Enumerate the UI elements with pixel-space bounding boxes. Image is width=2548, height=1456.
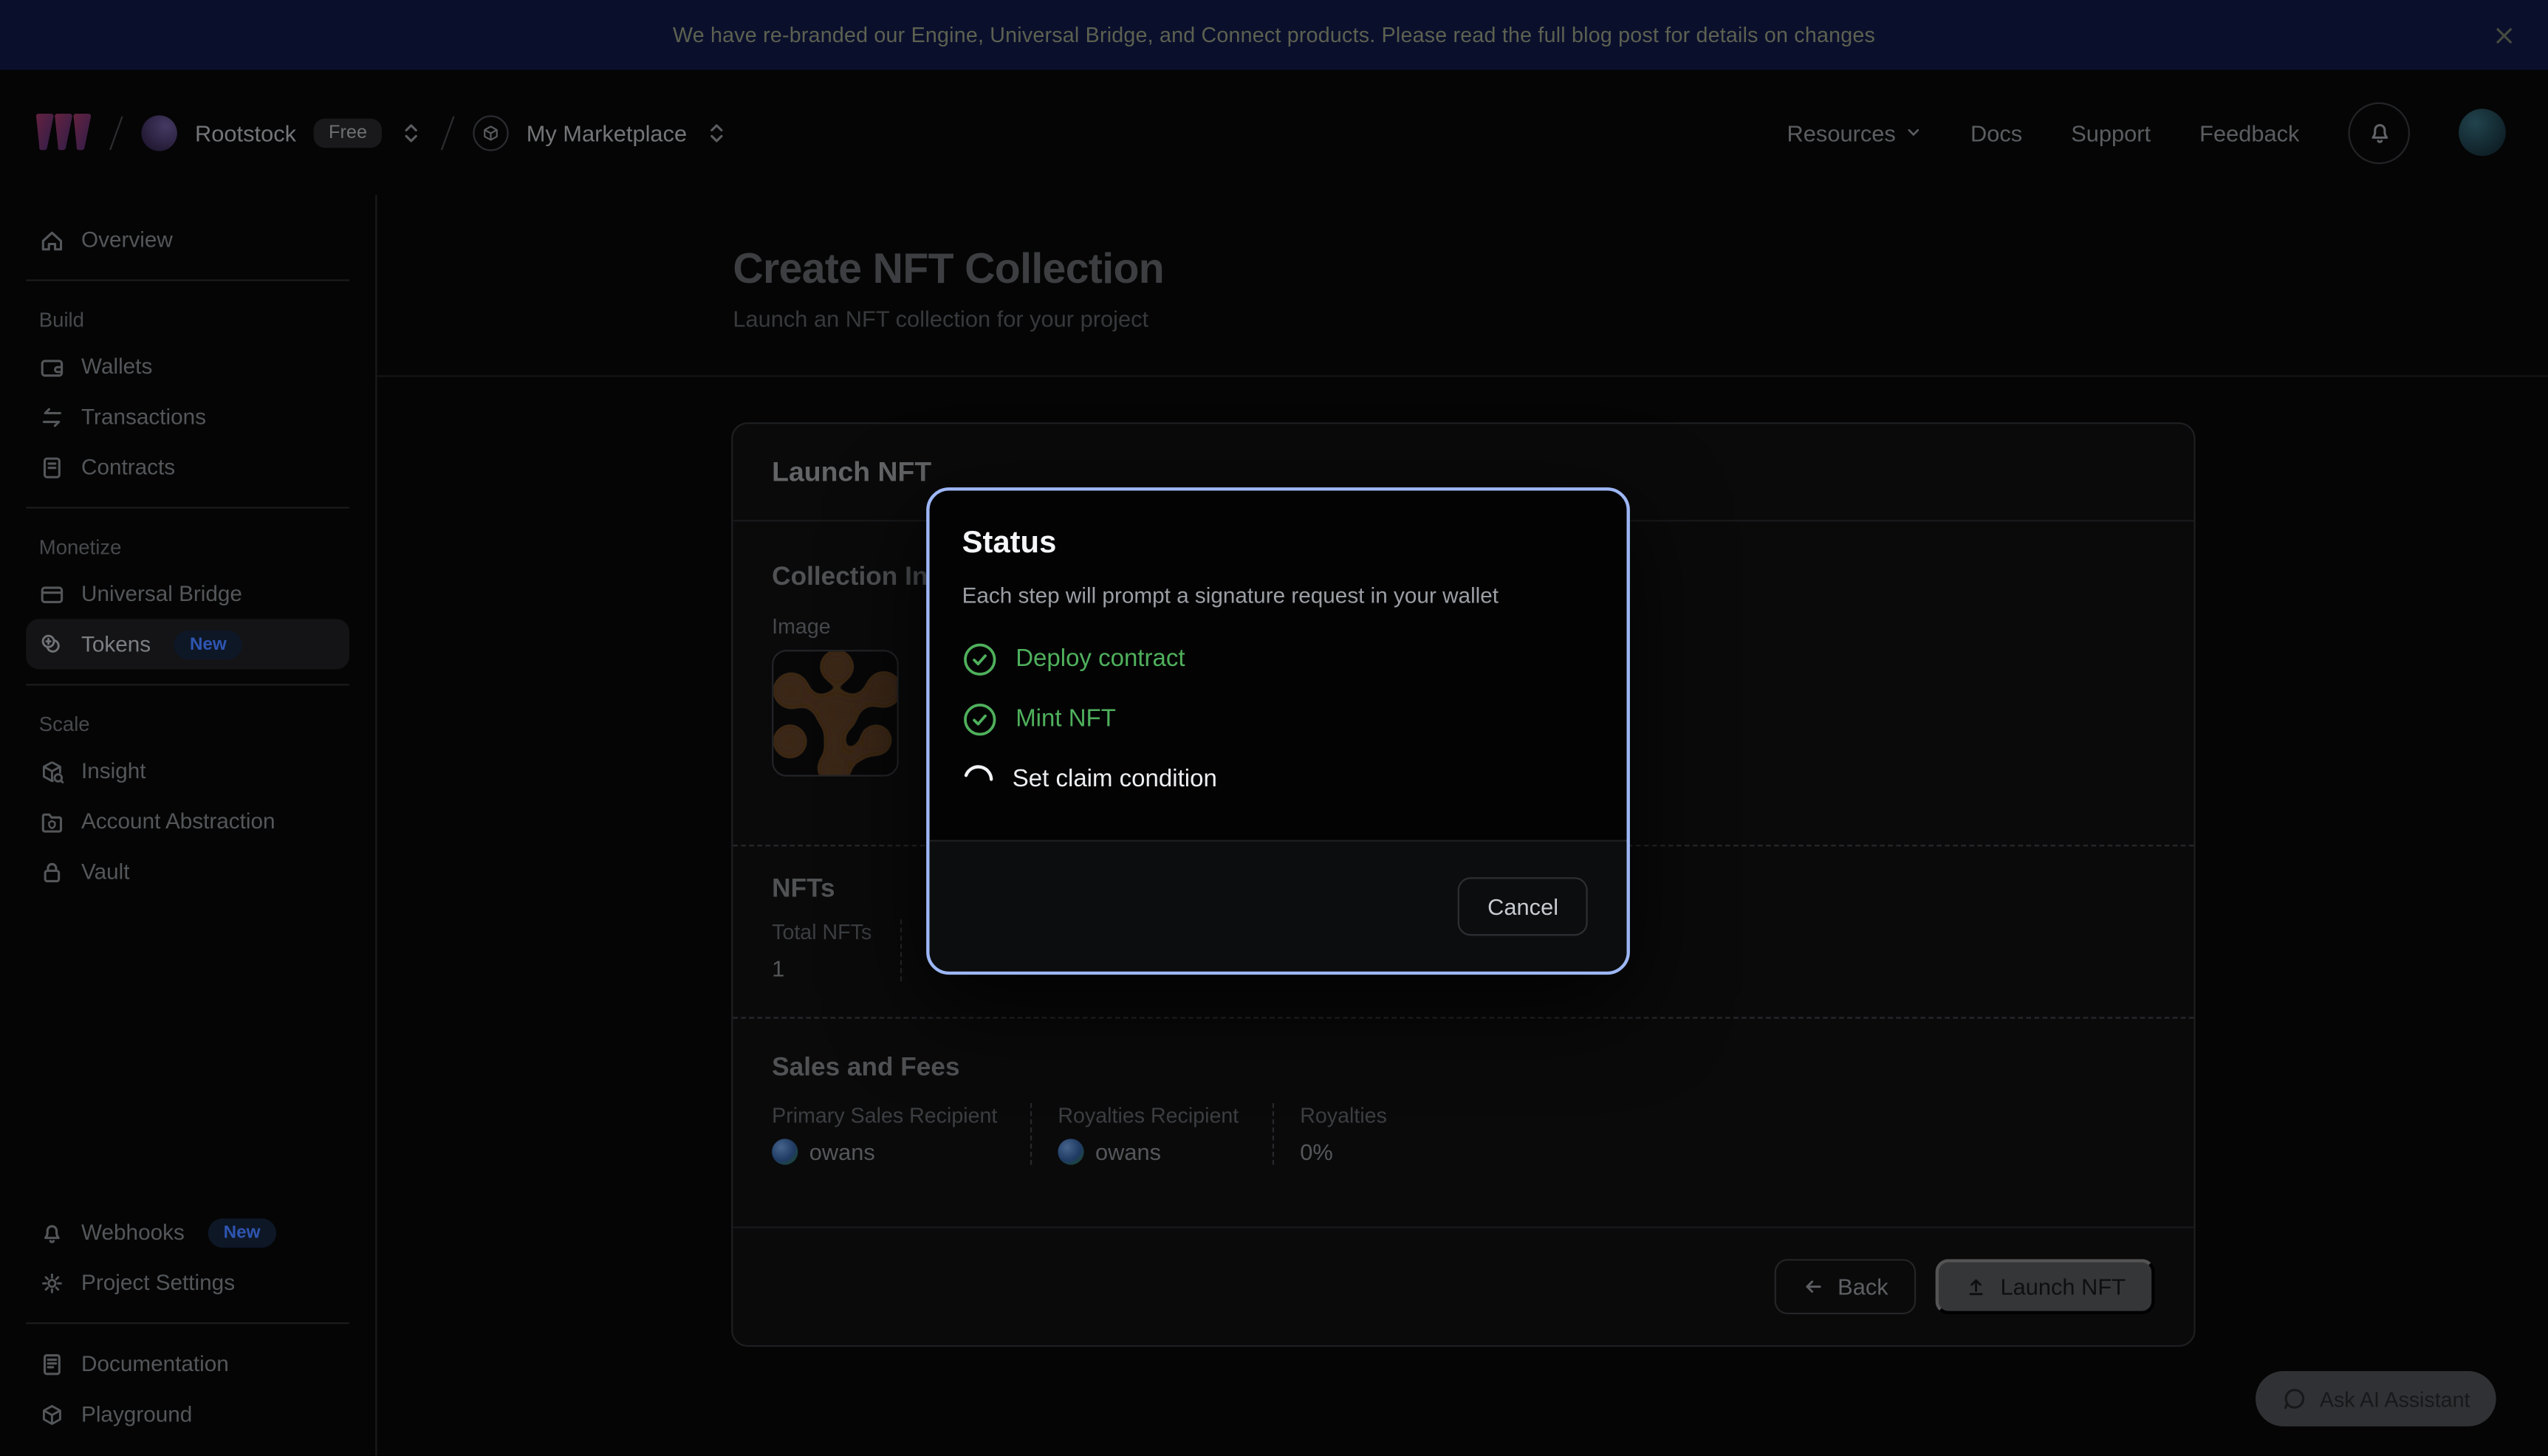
sidebar-section-scale: Scale <box>26 700 349 746</box>
bell-icon <box>2366 119 2393 146</box>
book-icon <box>39 1351 65 1377</box>
divider <box>900 919 902 981</box>
sidebar: Overview Build Wallets Transactions Cont… <box>0 195 377 1455</box>
collection-image-thumbnail <box>772 650 899 777</box>
nav-resources[interactable]: Resources <box>1787 120 1922 145</box>
credit-card-icon <box>39 581 65 607</box>
step-mint-nft: Mint NFT <box>962 698 1595 739</box>
sidebar-item-playground[interactable]: Playground <box>26 1389 349 1439</box>
project-cube-icon <box>473 114 508 150</box>
home-icon <box>39 227 65 253</box>
step-set-claim-condition: Set claim condition <box>962 759 1595 800</box>
royalties-label: Royalties <box>1300 1103 1387 1127</box>
thirdweb-logo[interactable] <box>35 113 91 152</box>
file-text-icon <box>39 454 65 480</box>
status-dialog: Status Each step will prompt a signature… <box>926 487 1630 975</box>
launch-nft-button[interactable]: Launch NFT <box>1935 1259 2154 1314</box>
app-viewport: We have re-branded our Engine, Universal… <box>0 0 2548 1455</box>
page-title: Create NFT Collection <box>733 244 2548 294</box>
cube-icon <box>39 1401 65 1427</box>
chat-bubble-icon <box>2281 1386 2306 1412</box>
sidebar-item-webhooks[interactable]: Webhooks New <box>26 1207 349 1257</box>
nav-support[interactable]: Support <box>2071 120 2151 145</box>
total-nfts-label: Total NFTs <box>772 919 900 944</box>
chevrons-up-down-icon[interactable] <box>400 120 422 145</box>
sales-section-title: Sales and Fees <box>772 1054 2154 1084</box>
top-header: Rootstock Free My Marketplace Resources … <box>0 70 2548 195</box>
wallet-avatar <box>772 1139 798 1164</box>
sidebar-item-project-settings[interactable]: Project Settings <box>26 1257 349 1308</box>
arrows-left-right-icon <box>39 404 65 430</box>
org-avatar[interactable] <box>141 114 177 150</box>
sidebar-item-tokens[interactable]: Tokens New <box>26 619 349 669</box>
new-badge: New <box>208 1218 277 1247</box>
ask-ai-assistant-button[interactable]: Ask AI Assistant <box>2255 1371 2496 1426</box>
sidebar-item-documentation[interactable]: Documentation <box>26 1339 349 1389</box>
upload-icon <box>1965 1275 1987 1298</box>
new-badge: New <box>174 630 243 659</box>
wallet-avatar <box>1058 1139 1083 1164</box>
divider <box>26 279 349 281</box>
sidebar-item-insight[interactable]: Insight <box>26 746 349 796</box>
announcement-text: We have re-branded our Engine, Universal… <box>673 23 1875 47</box>
wallet-icon <box>39 354 65 380</box>
breadcrumb-separator <box>441 115 455 149</box>
sidebar-item-contracts[interactable]: Contracts <box>26 442 349 492</box>
primary-sales-recipient-value: owans <box>772 1139 1030 1164</box>
sidebar-section-monetize: Monetize <box>26 523 349 569</box>
sidebar-item-universal-bridge[interactable]: Universal Bridge <box>26 569 349 619</box>
lock-icon <box>39 859 65 885</box>
coins-icon <box>39 631 65 657</box>
announcement-banner: We have re-branded our Engine, Universal… <box>0 0 2548 70</box>
org-name[interactable]: Rootstock <box>195 120 296 145</box>
royalties-recipient-value: owans <box>1058 1139 1272 1164</box>
close-icon <box>2493 24 2516 47</box>
sidebar-item-account-abstraction[interactable]: Account Abstraction <box>26 796 349 846</box>
breadcrumb-separator <box>109 115 123 149</box>
chevron-down-icon <box>1904 123 1922 141</box>
royalties-value: 0% <box>1300 1139 1387 1164</box>
notifications-button[interactable] <box>2348 102 2410 164</box>
project-name[interactable]: My Marketplace <box>527 120 687 145</box>
chevrons-up-down-icon[interactable] <box>705 120 727 145</box>
sidebar-item-overview[interactable]: Overview <box>26 214 349 264</box>
card-title: Launch NFT <box>772 456 2154 489</box>
sidebar-item-transactions[interactable]: Transactions <box>26 391 349 442</box>
dialog-title: Status <box>962 526 1595 562</box>
nav-docs[interactable]: Docs <box>1970 120 2022 145</box>
sidebar-item-vault[interactable]: Vault <box>26 846 349 896</box>
primary-sales-recipient-label: Primary Sales Recipient <box>772 1103 1030 1127</box>
check-circle-icon <box>962 701 998 736</box>
sidebar-section-build: Build <box>26 295 349 341</box>
bell-icon <box>39 1219 65 1245</box>
sidebar-item-wallets[interactable]: Wallets <box>26 341 349 391</box>
arrow-left-icon <box>1802 1275 1825 1298</box>
plan-badge: Free <box>314 118 382 148</box>
check-circle-icon <box>962 641 998 676</box>
cancel-button[interactable]: Cancel <box>1459 877 1588 935</box>
divider <box>26 684 349 685</box>
nav-feedback[interactable]: Feedback <box>2199 120 2299 145</box>
back-button[interactable]: Back <box>1774 1259 1916 1314</box>
spinner-icon <box>962 763 995 795</box>
dialog-description: Each step will prompt a signature reques… <box>962 583 1595 608</box>
step-deploy-contract: Deploy contract <box>962 639 1595 679</box>
royalties-recipient-label: Royalties Recipient <box>1058 1103 1272 1127</box>
user-avatar[interactable] <box>2459 109 2506 156</box>
gear-icon <box>39 1270 65 1296</box>
divider <box>26 506 349 508</box>
banner-close-button[interactable] <box>2486 17 2521 52</box>
box-search-icon <box>39 758 65 783</box>
total-nfts-value: 1 <box>772 955 900 981</box>
folder-shield-icon <box>39 808 65 834</box>
divider <box>26 1322 349 1324</box>
page-subtitle: Launch an NFT collection for your projec… <box>733 306 2548 332</box>
